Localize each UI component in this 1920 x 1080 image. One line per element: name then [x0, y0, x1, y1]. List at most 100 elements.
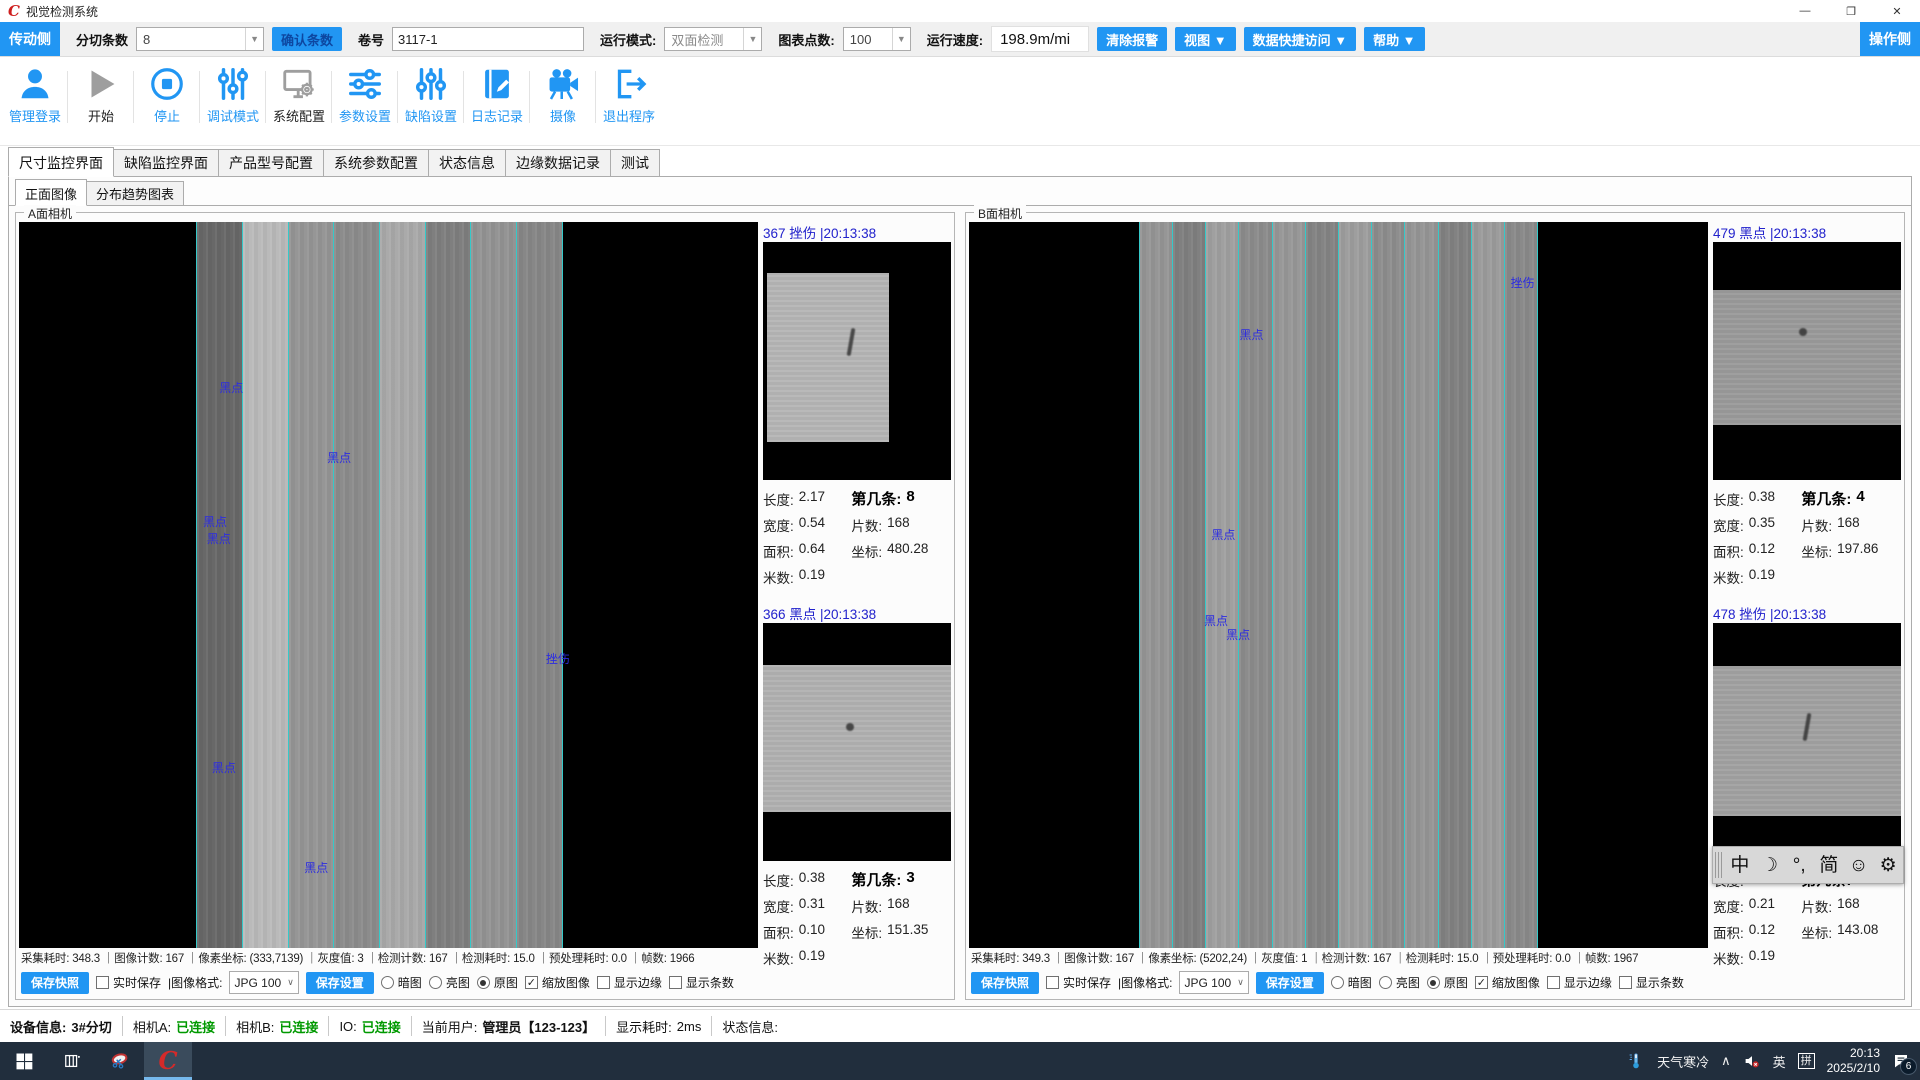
tab-状态信息[interactable]: 状态信息: [428, 149, 506, 176]
checkbox-显示边缘[interactable]: 显示边缘: [1547, 974, 1612, 991]
tab-测试[interactable]: 测试: [610, 149, 660, 176]
tab-缺陷监控界面[interactable]: 缺陷监控界面: [113, 149, 219, 176]
snipping-tool-button[interactable]: [96, 1042, 144, 1080]
radio-亮图[interactable]: 亮图: [1379, 974, 1420, 991]
start-button[interactable]: [0, 1042, 48, 1080]
defect-thumbnail: [763, 623, 951, 861]
ime-punctuation-icon[interactable]: °,: [1784, 856, 1814, 875]
ime-settings-icon[interactable]: ⚙: [1873, 856, 1903, 875]
defect-card[interactable]: 479 黑点 |20:13:38长度:0.38第几条:4宽度:0.35片数:16…: [1713, 222, 1901, 589]
status-segment: 显示耗时:2ms: [606, 1016, 712, 1036]
checkbox-缩放图像[interactable]: ✓缩放图像: [1475, 974, 1540, 991]
button-保存设置[interactable]: 保存设置: [306, 972, 374, 994]
radio-原图[interactable]: 原图: [477, 974, 518, 991]
tab-产品型号配置[interactable]: 产品型号配置: [218, 149, 324, 176]
defect-thumbnail: [763, 242, 951, 480]
button-保存设置[interactable]: 保存设置: [1256, 972, 1324, 994]
hidden-icons-chevron[interactable]: ∧: [1721, 1053, 1731, 1069]
stat-pair: 宽度:0.21: [1713, 896, 1801, 916]
roll-number-input[interactable]: [392, 27, 584, 51]
defect-card[interactable]: 367 挫伤 |20:13:38长度:2.17第几条:8宽度:0.54片数:16…: [763, 222, 951, 589]
ime-drag-handle[interactable]: [1715, 852, 1722, 878]
checkbox-实时保存[interactable]: 实时保存: [1046, 974, 1111, 991]
radio-box: [1427, 976, 1440, 989]
stat-label: 长度:: [763, 870, 794, 890]
run-mode-select[interactable]: 双面检测▼: [664, 27, 762, 51]
weather-icon[interactable]: [1627, 1052, 1645, 1070]
volume-muted-icon[interactable]: [1743, 1052, 1761, 1070]
language-indicator[interactable]: 英: [1773, 1052, 1786, 1071]
button-保存快照[interactable]: 保存快照: [971, 972, 1039, 994]
operator-side-button[interactable]: 操作侧: [1860, 22, 1920, 56]
checkbox-显示条数[interactable]: 显示条数: [669, 974, 734, 991]
data-quick-access-menu-button[interactable]: 数据快捷访问 ▼: [1244, 27, 1356, 51]
toolbar-item-管理登录[interactable]: 管理登录: [2, 63, 68, 125]
checkbox-缩放图像[interactable]: ✓缩放图像: [525, 974, 590, 991]
ime-simplified[interactable]: 简: [1814, 856, 1844, 875]
clear-alarm-button[interactable]: 清除报警: [1097, 27, 1167, 51]
windows-taskbar: C 天气寒冷 ∧ 英拼 20:132025/2/10 6: [0, 1042, 1920, 1080]
confirm-count-button[interactable]: 确认条数: [272, 27, 342, 51]
ime-moon-icon[interactable]: ☽: [1755, 856, 1785, 875]
tab-系统参数配置[interactable]: 系统参数配置: [323, 149, 429, 176]
drive-side-button[interactable]: 传动侧: [0, 22, 60, 56]
radio-暗图[interactable]: 暗图: [1331, 974, 1372, 991]
defect-card[interactable]: 366 黑点 |20:13:38长度:0.38第几条:3宽度:0.31片数:16…: [763, 603, 951, 970]
checkbox-实时保存[interactable]: 实时保存: [96, 974, 161, 991]
defect-stats: 长度:2.17第几条:8宽度:0.54片数:168面积:0.64坐标:480.2…: [763, 480, 951, 589]
inspection-app-button[interactable]: C: [144, 1042, 192, 1080]
restore-button[interactable]: ❐: [1828, 0, 1874, 22]
radio-box: [477, 976, 490, 989]
stat-pair: 长度:2.17: [763, 489, 851, 509]
image-format-select[interactable]: JPG 100∨: [229, 971, 298, 994]
toolbar-item-摄像[interactable]: 摄像: [530, 63, 596, 125]
button-保存快照[interactable]: 保存快照: [21, 972, 89, 994]
stat-pair: 坐标:480.28: [851, 541, 928, 561]
stat-label: 宽度:: [1713, 515, 1744, 535]
toolbar-item-退出程序[interactable]: 退出程序: [596, 63, 662, 125]
control-label: 实时保存: [113, 974, 161, 991]
action-center-icon[interactable]: 6: [1892, 1052, 1910, 1070]
slit-count-select[interactable]: 8▼: [136, 27, 264, 51]
stat-value: 8: [906, 488, 914, 509]
radio-原图[interactable]: 原图: [1427, 974, 1468, 991]
close-button[interactable]: ✕: [1874, 0, 1920, 22]
toolbar-item-缺陷设置[interactable]: 缺陷设置: [398, 63, 464, 125]
ime-language-bar[interactable]: 中☽°,简☺⚙: [1712, 846, 1904, 884]
view-menu-button[interactable]: 视图 ▼: [1175, 27, 1235, 51]
stat-label: 米数:: [1713, 948, 1744, 968]
stat-label: 面积:: [1713, 922, 1744, 942]
monitor-gear-icon: [280, 65, 318, 103]
defect-thumbnail: [1713, 242, 1901, 480]
tab-分布趋势图表[interactable]: 分布趋势图表: [86, 181, 184, 205]
stat-pair: 米数:0.19: [1713, 567, 1801, 587]
stat-value: 168: [1837, 515, 1860, 535]
ime-chinese[interactable]: 中: [1725, 856, 1755, 875]
tab-尺寸监控界面[interactable]: 尺寸监控界面: [8, 147, 114, 177]
run-mode-label: 运行模式:: [600, 30, 656, 49]
toolbar-item-停止[interactable]: 停止: [134, 63, 200, 125]
tab-边缘数据记录[interactable]: 边缘数据记录: [505, 149, 611, 176]
toolbar-item-调试模式[interactable]: 调试模式: [200, 63, 266, 125]
checkbox-显示边缘[interactable]: 显示边缘: [597, 974, 662, 991]
clock[interactable]: 20:132025/2/10: [1827, 1046, 1880, 1076]
toolbar-item-开始[interactable]: 开始: [68, 63, 134, 125]
minimize-button[interactable]: —: [1782, 0, 1828, 22]
ime-mode-indicator[interactable]: 拼: [1798, 1053, 1815, 1069]
toolbar-item-系统配置[interactable]: 系统配置: [266, 63, 332, 125]
weather-text[interactable]: 天气寒冷: [1657, 1052, 1709, 1071]
image-format-select[interactable]: JPG 100∨: [1179, 971, 1248, 994]
toolbar-item-日志记录[interactable]: 日志记录: [464, 63, 530, 125]
task-view-button[interactable]: [48, 1042, 96, 1080]
radio-亮图[interactable]: 亮图: [429, 974, 470, 991]
help-menu-button[interactable]: 帮助 ▼: [1364, 27, 1424, 51]
ime-emoji-icon[interactable]: ☺: [1844, 856, 1874, 875]
segment-label: 相机B:: [236, 1017, 274, 1036]
checkbox-显示条数[interactable]: 显示条数: [1619, 974, 1684, 991]
defect-card[interactable]: 478 挫伤 |20:13:38长度:0.57第几条:3宽度:0.21片数:16…: [1713, 603, 1901, 970]
toolbar-item-参数设置[interactable]: 参数设置: [332, 63, 398, 125]
chart-points-select[interactable]: 100▼: [843, 27, 911, 51]
radio-暗图[interactable]: 暗图: [381, 974, 422, 991]
tab-正面图像[interactable]: 正面图像: [15, 179, 87, 206]
status-segment: 当前用户:管理员【123-123】: [412, 1016, 606, 1036]
